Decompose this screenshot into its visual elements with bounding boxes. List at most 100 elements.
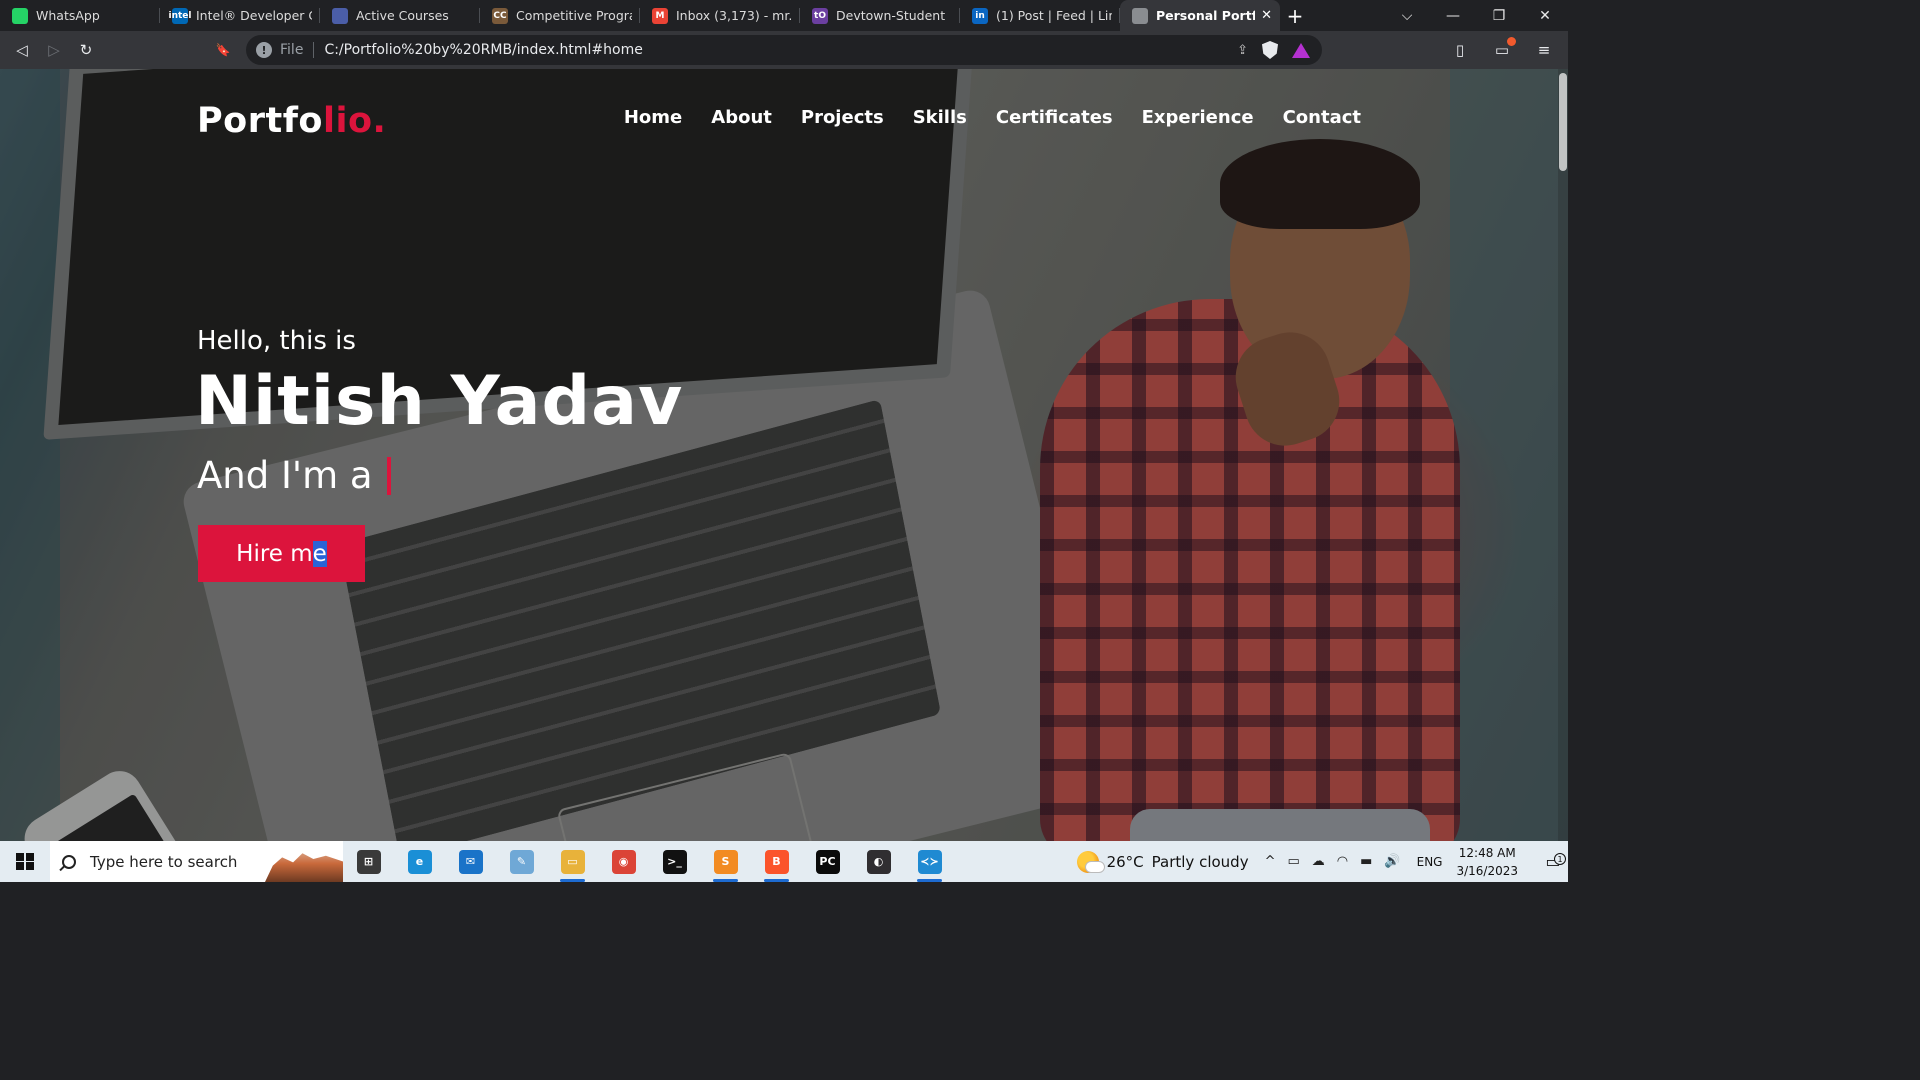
typing-cursor [386, 456, 391, 495]
site-logo[interactable]: Portfolio. [197, 101, 386, 141]
notification-button[interactable]: ▭ 1 [1538, 852, 1568, 871]
browser-tab[interactable]: tO Devtown-Student [800, 0, 960, 31]
volume-icon[interactable]: 🔊 [1384, 854, 1400, 869]
tab-title: WhatsApp [36, 8, 100, 23]
taskbar-app-chrome[interactable]: ◉ [598, 841, 649, 882]
window-close-button[interactable]: ✕ [1522, 0, 1568, 31]
hire-me-button[interactable]: Hire me [198, 525, 365, 582]
sidebar-button[interactable]: ▯ [1444, 34, 1476, 66]
hire-me-selection: e [312, 540, 327, 567]
taskbar-app-edge[interactable]: e [394, 841, 445, 882]
scrollbar-thumb[interactable] [1559, 73, 1567, 171]
site-info-icon[interactable]: ! [256, 42, 272, 58]
taskbar-app-notes[interactable]: ✎ [496, 841, 547, 882]
nav-link-skills[interactable]: Skills [913, 107, 967, 128]
weather-widget[interactable]: 26°C Partly cloudy [1076, 850, 1265, 873]
nav-link-home[interactable]: Home [624, 107, 682, 128]
page-scrollbar[interactable] [1558, 69, 1568, 841]
obs-icon: ◐ [866, 849, 891, 874]
back-icon: ◁ [16, 41, 28, 59]
address-separator [313, 42, 315, 58]
bookmark-icon: 🔖 [215, 43, 231, 57]
hero-name: Nitish Yadav [195, 362, 684, 441]
taskbar-app-pycharm[interactable]: PC [802, 841, 853, 882]
toolbar-right: ▯ ▭ ≡ [1444, 34, 1560, 66]
wifi-icon[interactable]: ◠ [1337, 854, 1348, 869]
hero-role: And I'm a [197, 454, 391, 497]
taskbar-app-vscode[interactable]: ≺≻ [904, 841, 955, 882]
brave-shield-icon[interactable] [1262, 41, 1278, 59]
show-hidden-icons[interactable]: ^ [1265, 854, 1276, 869]
tab-title: (1) Post | Feed | Linked [996, 8, 1112, 23]
chrome-icon: ◉ [611, 849, 636, 874]
windows-logo-icon [16, 852, 34, 871]
menu-button[interactable]: ≡ [1528, 34, 1560, 66]
system-tray: 26°C Partly cloudy ^ ▭ ☁ ◠ ▬ 🔊 ENG 12:48 AM 3… [1076, 841, 1568, 882]
brave-rewards-icon[interactable] [1292, 42, 1310, 58]
linkedin-icon: in [972, 7, 988, 24]
taskbar-app-file-explorer[interactable]: ▭ [547, 841, 598, 882]
browser-tab[interactable]: in (1) Post | Feed | Linked [960, 0, 1120, 31]
codechef-icon: CC [492, 7, 508, 24]
tab-strip-spacer[interactable] [1310, 0, 1384, 31]
main-nav: Home About Projects Skills Certificates Exper… [624, 107, 1361, 128]
address-scheme: File [280, 42, 304, 58]
tab-title: Inbox (3,173) - mr.nitis [676, 8, 792, 23]
battery-icon[interactable]: ▬ [1360, 854, 1372, 869]
new-tab-button[interactable]: + [1280, 0, 1310, 31]
weather-desc: Partly cloudy [1151, 852, 1249, 871]
weather-temp: 26°C [1106, 852, 1144, 871]
whatsapp-icon [12, 7, 28, 24]
browser-tab[interactable]: M Inbox (3,173) - mr.nitis [640, 0, 800, 31]
device-icon[interactable]: ▭ [1287, 854, 1299, 869]
browser-tab[interactable]: WhatsApp [0, 0, 160, 31]
taskbar-app-mail[interactable]: ✉ [445, 841, 496, 882]
taskbar-app-terminal[interactable]: >_ [649, 841, 700, 882]
tab-title: Devtown-Student [836, 8, 946, 23]
wallet-button[interactable]: ▭ [1486, 34, 1518, 66]
address-url[interactable]: C:/Portfolio%20by%20RMB/index.html#home [324, 42, 1237, 58]
nav-link-experience[interactable]: Experience [1142, 107, 1254, 128]
browser-tab[interactable]: CC Competitive Programm [480, 0, 640, 31]
nav-link-about[interactable]: About [711, 107, 772, 128]
clock-date: 3/16/2023 [1456, 863, 1518, 878]
reload-button[interactable]: ↻ [70, 34, 102, 66]
taskbar-search[interactable]: Type here to search [50, 841, 343, 882]
language-indicator[interactable]: ENG [1411, 855, 1457, 869]
taskbar-app-sublime[interactable]: S [700, 841, 751, 882]
edge-icon: e [407, 849, 432, 874]
hire-me-label: Hire m [236, 540, 313, 567]
maximize-button[interactable]: ❐ [1476, 0, 1522, 31]
forward-button[interactable]: ▷ [38, 34, 70, 66]
courses-icon [332, 7, 348, 24]
bookmark-button[interactable]: 🔖 [207, 34, 239, 66]
taskbar-app-task-view[interactable]: ⊞ [343, 841, 394, 882]
terminal-icon: >_ [662, 849, 687, 874]
tab-title: Intel® Developer Clou [196, 8, 312, 23]
file-explorer-icon: ▭ [560, 849, 585, 874]
clock-time: 12:48 AM [1458, 845, 1516, 860]
start-button[interactable] [0, 841, 50, 882]
nav-link-certificates[interactable]: Certificates [996, 107, 1113, 128]
intel-icon: intel [169, 7, 192, 24]
taskbar-apps: ⊞ e ✉ ✎ ▭ ◉ >_ S B PC ◐ ≺≻ [343, 841, 955, 882]
taskbar-app-obs[interactable]: ◐ [853, 841, 904, 882]
reload-icon: ↻ [79, 41, 93, 59]
taskbar-app-brave[interactable]: B [751, 841, 802, 882]
tab-close-icon[interactable]: ✕ [1261, 8, 1272, 23]
address-bar[interactable]: ! File C:/Portfolio%20by%20RMB/index.htm… [246, 35, 1322, 65]
browser-tab[interactable]: intel Intel® Developer Clou [160, 0, 320, 31]
tab-search-button[interactable]: ⌵ [1384, 0, 1430, 31]
nav-link-projects[interactable]: Projects [801, 107, 884, 128]
onedrive-icon[interactable]: ☁ [1312, 854, 1325, 869]
share-icon[interactable]: ⇪ [1237, 43, 1248, 58]
browser-tab[interactable]: Personal Portfolio ✕ [1120, 0, 1280, 31]
clock[interactable]: 12:48 AM 3/16/2023 [1456, 844, 1538, 880]
back-button[interactable]: ◁ [6, 34, 38, 66]
brave-icon: B [764, 849, 789, 874]
vscode-icon: ≺≻ [917, 849, 942, 874]
browser-tab[interactable]: Active Courses [320, 0, 480, 31]
taskbar-search-placeholder: Type here to search [90, 852, 238, 871]
minimize-button[interactable]: — [1430, 0, 1476, 31]
nav-link-contact[interactable]: Contact [1283, 107, 1361, 128]
